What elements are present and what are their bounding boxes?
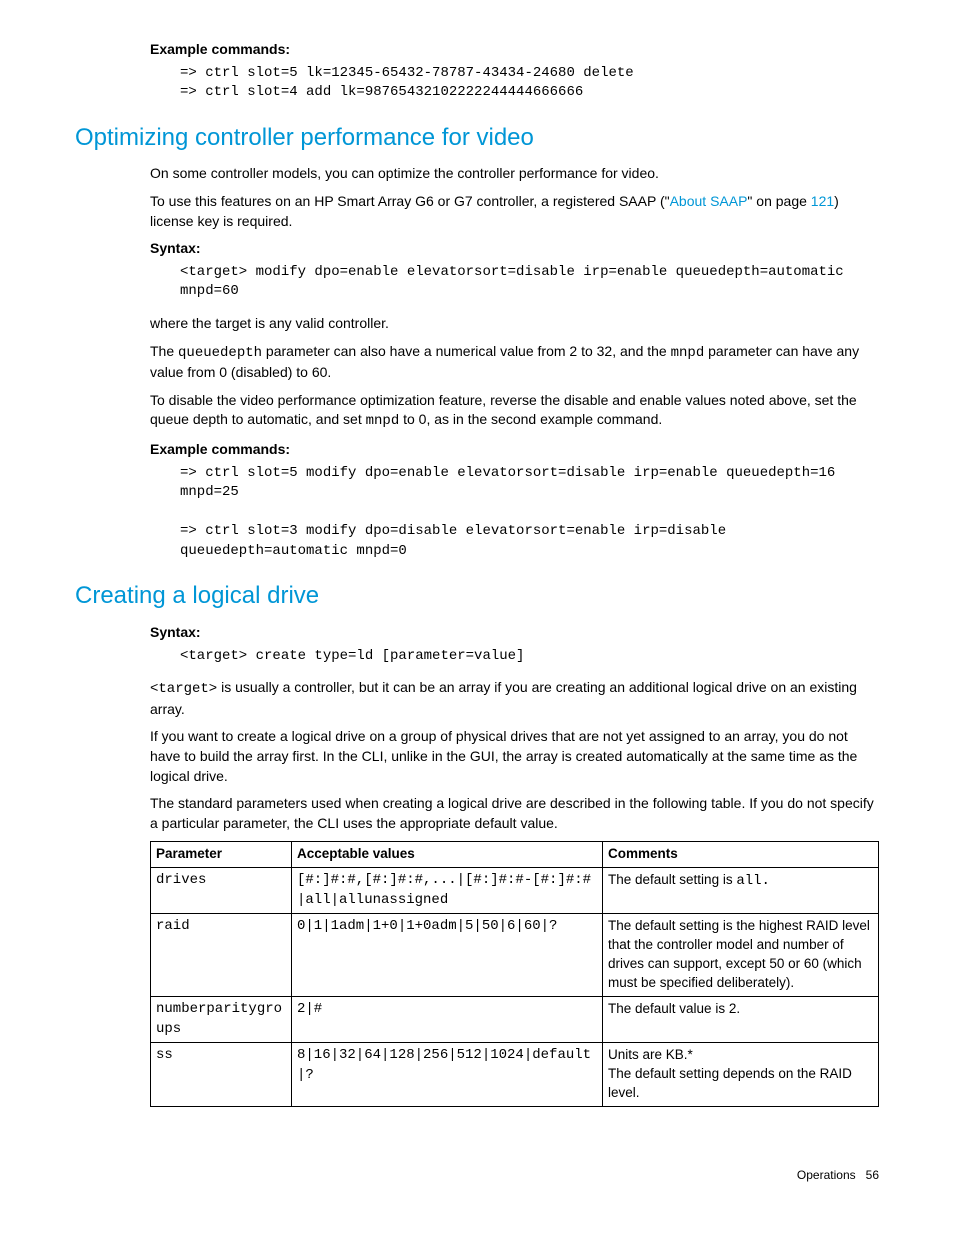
table-header: Acceptable values [292, 842, 603, 868]
paragraph: The queuedepth parameter can also have a… [150, 342, 879, 383]
heading-creating-logical-drive: Creating a logical drive [75, 579, 879, 613]
table-header: Parameter [151, 842, 292, 868]
label-syntax: Syntax: [150, 240, 201, 256]
paragraph: <target> is usually a controller, but it… [150, 678, 879, 719]
code-line: => ctrl slot=3 modify dpo=disable elevat… [180, 522, 879, 561]
code-block: <target> create type=ld [parameter=value… [180, 647, 879, 667]
code-line: => ctrl slot=5 modify dpo=enable elevato… [180, 464, 879, 503]
parameter-table: Parameter Acceptable values Comments dri… [150, 841, 879, 1107]
paragraph: If you want to create a logical drive on… [150, 727, 879, 786]
table-header: Comments [603, 842, 879, 868]
code-block: <target> modify dpo=enable elevatorsort=… [180, 263, 879, 302]
paragraph: where the target is any valid controller… [150, 314, 879, 334]
code-line: => ctrl slot=5 lk=12345-65432-78787-4343… [180, 64, 879, 84]
paragraph: To disable the video performance optimiz… [150, 391, 879, 432]
paragraph: On some controller models, you can optim… [150, 164, 879, 184]
table-row: ss 8|16|32|64|128|256|512|1024|default|?… [151, 1043, 879, 1107]
code-line: => ctrl slot=4 add lk=987654321022222444… [180, 83, 879, 103]
label-example-commands: Example commands: [150, 441, 290, 457]
link-about-saap[interactable]: About SAAP [670, 193, 748, 209]
table-row: raid 0|1|1adm|1+0|1+0adm|5|50|6|60|? The… [151, 914, 879, 997]
table-row: drives [#:]#:#,[#:]#:#,...|[#:]#:#-[#:]#… [151, 868, 879, 914]
page-footer: Operations 56 [75, 1167, 879, 1184]
heading-optimizing: Optimizing controller performance for vi… [75, 121, 879, 155]
label-example-commands: Example commands: [150, 41, 290, 57]
paragraph: The standard parameters used when creati… [150, 794, 879, 833]
paragraph: To use this features on an HP Smart Arra… [150, 192, 879, 231]
table-row: numberparitygroups 2|# The default value… [151, 997, 879, 1043]
label-syntax: Syntax: [150, 624, 201, 640]
link-page-121[interactable]: 121 [811, 193, 834, 209]
